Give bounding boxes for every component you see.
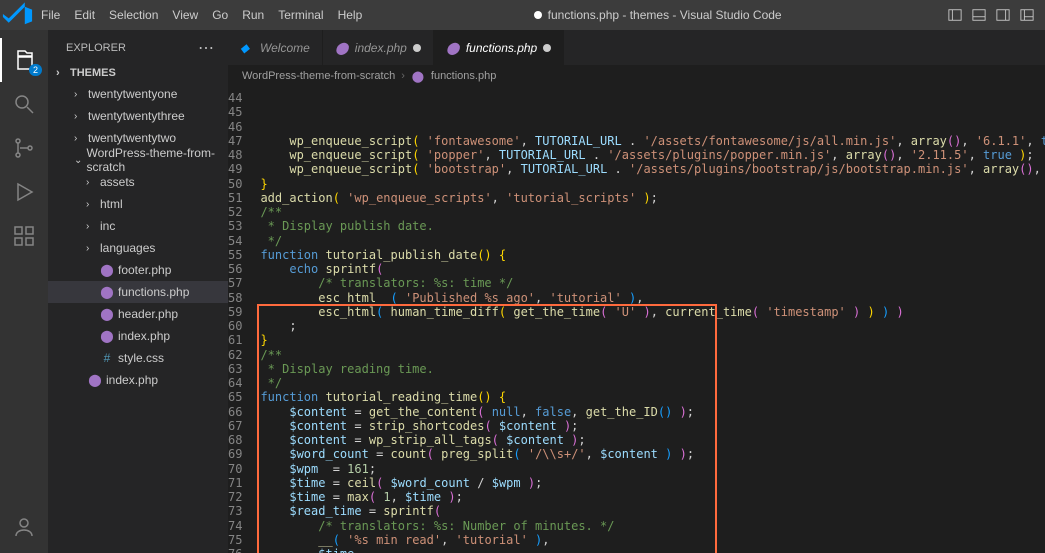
editor[interactable]: 44 45 46 47 48 49 50 51 52 53 54 55 56 5…	[228, 87, 1045, 553]
php-file-icon: ⬤	[88, 373, 102, 387]
tree-file[interactable]: #style.css	[48, 347, 228, 369]
activity-search[interactable]	[0, 82, 48, 126]
menu-view[interactable]: View	[166, 8, 204, 22]
tree-folder[interactable]: ›languages	[48, 237, 228, 259]
dirty-indicator-icon	[413, 44, 421, 52]
menu-edit[interactable]: Edit	[68, 8, 101, 22]
php-file-icon: ⬤	[335, 41, 349, 55]
panel-bottom-icon[interactable]	[971, 7, 987, 23]
activity-extensions[interactable]	[0, 214, 48, 258]
breadcrumb-segment[interactable]: functions.php	[431, 70, 496, 82]
activity-bar: 2	[0, 30, 48, 553]
editor-tabs: ◆Welcome⬤index.php⬤functions.php	[228, 30, 1045, 65]
menu-file[interactable]: File	[35, 8, 66, 22]
menu-help[interactable]: Help	[332, 8, 369, 22]
activity-source-control[interactable]	[0, 126, 48, 170]
window-title: functions.php - themes - Visual Studio C…	[368, 8, 947, 22]
vscode-icon: ◆	[240, 41, 254, 55]
layout-controls	[947, 7, 1045, 23]
menu-selection[interactable]: Selection	[103, 8, 164, 22]
tree-file[interactable]: ⬤footer.php	[48, 259, 228, 281]
php-file-icon: ⬤	[100, 329, 114, 343]
file-tree: ›twentytwentyone›twentytwentythree›twent…	[48, 81, 228, 393]
tree-file[interactable]: ⬤index.php	[48, 369, 228, 391]
php-file-icon: ⬤	[100, 263, 114, 277]
activity-run-debug[interactable]	[0, 170, 48, 214]
dirty-indicator-icon	[534, 11, 542, 19]
css-file-icon: #	[100, 351, 114, 365]
sidebar-section-label: THEMES	[70, 67, 116, 79]
php-file-icon: ⬤	[446, 41, 460, 55]
activity-accounts[interactable]	[0, 509, 48, 553]
chevron-right-icon: ›	[56, 67, 66, 79]
editor-area: ◆Welcome⬤index.php⬤functions.php WordPre…	[228, 30, 1045, 553]
line-numbers: 44 45 46 47 48 49 50 51 52 53 54 55 56 5…	[228, 87, 260, 553]
vscode-logo-icon	[0, 0, 35, 33]
editor-tab[interactable]: ◆Welcome	[228, 30, 323, 65]
php-file-icon: ⬤	[411, 70, 425, 83]
chevron-right-icon: ›	[401, 70, 405, 82]
breadcrumb[interactable]: WordPress-theme-from-scratch › ⬤ functio…	[228, 65, 1045, 87]
tree-folder[interactable]: ›twentytwentythree	[48, 105, 228, 127]
titlebar: File Edit Selection View Go Run Terminal…	[0, 0, 1045, 30]
dirty-indicator-icon	[543, 44, 551, 52]
menu-terminal[interactable]: Terminal	[272, 8, 329, 22]
explorer-badge: 2	[29, 64, 42, 76]
sidebar-section-header[interactable]: › THEMES	[48, 65, 228, 81]
editor-tab[interactable]: ⬤functions.php	[434, 30, 564, 65]
activity-explorer[interactable]: 2	[0, 38, 48, 82]
sidebar-more-icon[interactable]: ⋯	[198, 38, 216, 58]
php-file-icon: ⬤	[100, 307, 114, 321]
code-content[interactable]: wp_enqueue_script( 'fontawesome', TUTORI…	[260, 87, 1045, 553]
tree-folder[interactable]: ›twentytwentyone	[48, 83, 228, 105]
sidebar-title: EXPLORER	[66, 42, 126, 54]
layout-icon[interactable]	[1019, 7, 1035, 23]
sidebar-explorer: EXPLORER ⋯ › THEMES ›twentytwentyone›twe…	[48, 30, 228, 553]
tree-file[interactable]: ⬤header.php	[48, 303, 228, 325]
menu-go[interactable]: Go	[206, 8, 234, 22]
tree-file[interactable]: ⬤index.php	[48, 325, 228, 347]
panel-right-icon[interactable]	[995, 7, 1011, 23]
menu-bar: File Edit Selection View Go Run Terminal…	[35, 8, 368, 22]
php-file-icon: ⬤	[100, 285, 114, 299]
window-title-text: functions.php - themes - Visual Studio C…	[548, 8, 782, 22]
menu-run[interactable]: Run	[236, 8, 270, 22]
tree-folder[interactable]: ›assets	[48, 171, 228, 193]
panel-left-icon[interactable]	[947, 7, 963, 23]
tree-folder[interactable]: ›inc	[48, 215, 228, 237]
breadcrumb-segment[interactable]: WordPress-theme-from-scratch	[242, 70, 395, 82]
tree-file[interactable]: ⬤functions.php	[48, 281, 228, 303]
tree-folder[interactable]: ⌄WordPress-theme-from-scratch	[48, 149, 228, 171]
tree-folder[interactable]: ›html	[48, 193, 228, 215]
editor-tab[interactable]: ⬤index.php	[323, 30, 434, 65]
